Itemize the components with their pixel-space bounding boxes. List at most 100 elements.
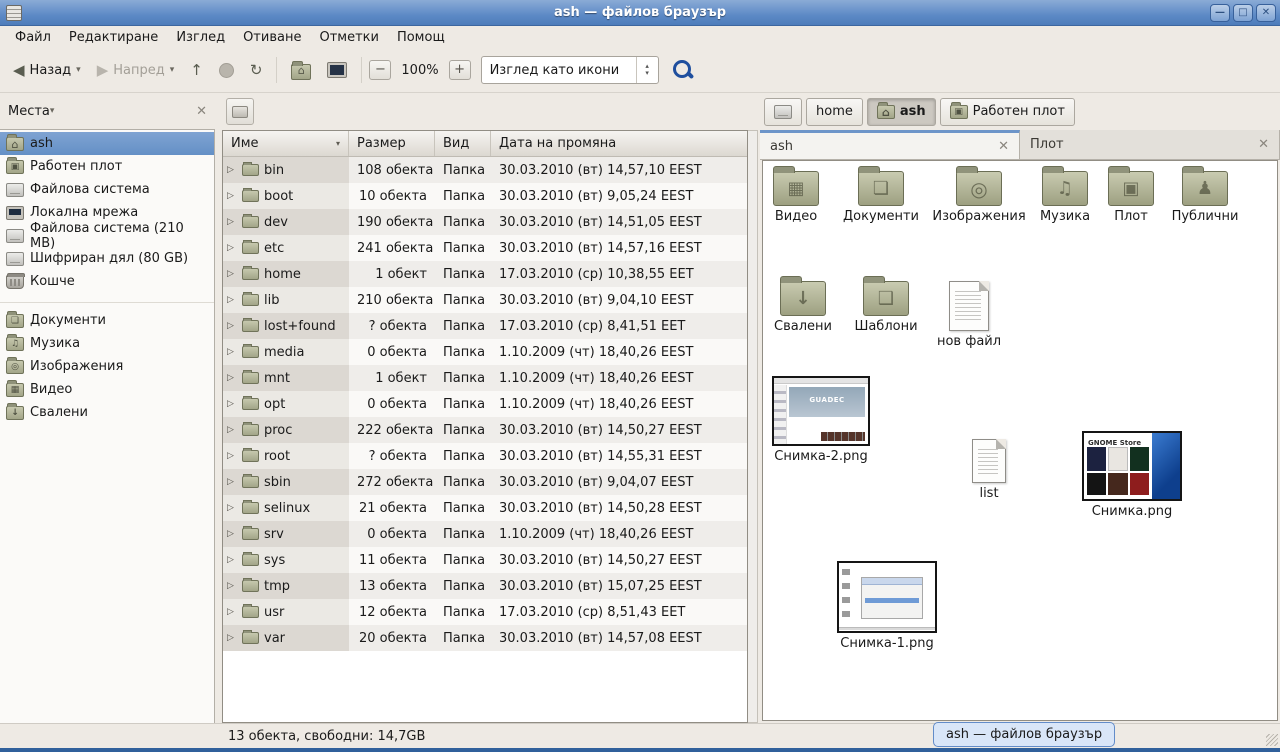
expander-icon[interactable]: ▷ — [227, 217, 237, 227]
table-row[interactable]: ▷ lost+found ? обекта Папка 17.03.2010 (… — [223, 313, 747, 339]
table-row[interactable]: ▷ proc 222 обекта Папка 30.03.2010 (вт) … — [223, 417, 747, 443]
back-dropdown-icon[interactable]: ▾ — [76, 65, 81, 75]
sidebar-place-item[interactable]: Файлова система (210 MB) — [0, 224, 214, 247]
expander-icon[interactable]: ▷ — [227, 269, 237, 279]
sidebar-place-item[interactable]: Файлова система — [0, 178, 214, 201]
table-row[interactable]: ▷ opt 0 обекта Папка 1.10.2009 (чт) 18,4… — [223, 391, 747, 417]
combo-spinner-icon[interactable]: ▴▾ — [636, 57, 658, 83]
icon-view-item[interactable]: GUADEC GNOME Store Изображения — [931, 171, 1027, 225]
column-header-date[interactable]: Дата на промяна — [491, 131, 747, 156]
view-mode-select[interactable]: Изглед като икони ▴▾ — [481, 56, 659, 84]
stop-button[interactable] — [212, 58, 241, 83]
expander-icon[interactable]: ▷ — [227, 347, 237, 357]
icon-view-item[interactable]: GUADEC GNOME Store Публични — [1163, 171, 1247, 225]
expander-icon[interactable]: ▷ — [227, 503, 237, 513]
expander-icon[interactable]: ▷ — [227, 399, 237, 409]
table-row[interactable]: ▷ mnt 1 обект Папка 1.10.2009 (чт) 18,40… — [223, 365, 747, 391]
sidebar-close-icon[interactable]: ✕ — [196, 104, 207, 119]
expander-icon[interactable]: ▷ — [227, 581, 237, 591]
menu-item[interactable]: Файл — [6, 28, 60, 47]
path-segment-button[interactable]: home — [806, 98, 863, 126]
back-button[interactable]: ◀ Назад ▾ — [6, 56, 88, 84]
sidebar-place-item[interactable]: ash — [0, 132, 214, 155]
icon-view-item[interactable]: GUADEC GNOME Store Снимка-1.png — [833, 561, 941, 652]
table-row[interactable]: ▷ srv 0 обекта Папка 1.10.2009 (чт) 18,4… — [223, 521, 747, 547]
icon-view-item[interactable]: GUADEC GNOME Store Документи — [835, 171, 927, 225]
icon-view-item[interactable]: GUADEC GNOME Store нов файл — [929, 281, 1009, 350]
sidebar-folder-item[interactable]: Видео — [0, 378, 214, 401]
zoom-out-button[interactable]: − — [369, 60, 391, 80]
path-segment-button[interactable]: ash — [867, 98, 936, 126]
table-row[interactable]: ▷ media 0 обекта Папка 1.10.2009 (чт) 18… — [223, 339, 747, 365]
path-segment-button[interactable]: Работен плот — [940, 98, 1075, 126]
icon-view-item[interactable]: GUADEC GNOME Store Шаблони — [847, 281, 925, 335]
tab-close-icon[interactable]: ✕ — [998, 139, 1009, 154]
menu-item[interactable]: Помощ — [388, 28, 454, 47]
sidebar-folder-item[interactable]: Документи — [0, 309, 214, 332]
icon-view-item[interactable]: GUADEC GNOME Store Музика — [1029, 171, 1101, 225]
menu-item[interactable]: Отиване — [234, 28, 310, 47]
table-row[interactable]: ▷ selinux 21 обекта Папка 30.03.2010 (вт… — [223, 495, 747, 521]
home-button[interactable] — [284, 56, 318, 85]
expander-icon[interactable]: ▷ — [227, 165, 237, 175]
tree-scrollbar[interactable] — [748, 130, 758, 723]
pane-splitter[interactable] — [215, 93, 222, 723]
table-row[interactable]: ▷ usr 12 обекта Папка 17.03.2010 (ср) 8,… — [223, 599, 747, 625]
sidebar-folder-item[interactable]: Музика — [0, 332, 214, 355]
table-row[interactable]: ▷ home 1 обект Папка 17.03.2010 (ср) 10,… — [223, 261, 747, 287]
expander-icon[interactable]: ▷ — [227, 633, 237, 643]
sidebar-place-item[interactable]: Шифриран дял (80 GB) — [0, 247, 214, 270]
forward-dropdown-icon[interactable]: ▾ — [170, 65, 175, 75]
table-row[interactable]: ▷ bin 108 обекта Папка 30.03.2010 (вт) 1… — [223, 157, 747, 183]
tab[interactable]: ash ✕ — [760, 130, 1020, 159]
expander-icon[interactable]: ▷ — [227, 607, 237, 617]
computer-button[interactable] — [320, 57, 354, 83]
column-header-type[interactable]: Вид — [435, 131, 491, 156]
column-header-size[interactable]: Размер — [349, 131, 435, 156]
icon-view-item[interactable]: GUADEC GNOME Store Плот — [1099, 171, 1163, 225]
icon-view-item[interactable]: GUADEC GNOME Store Снимка-2.png — [769, 376, 873, 465]
expander-icon[interactable]: ▷ — [227, 529, 237, 539]
forward-button[interactable]: ▶ Напред ▾ — [90, 56, 182, 84]
tab[interactable]: Плот ✕ — [1020, 130, 1280, 159]
expander-icon[interactable]: ▷ — [227, 243, 237, 253]
icon-view-item[interactable]: GUADEC GNOME Store Свалени — [765, 281, 841, 335]
table-row[interactable]: ▷ sbin 272 обекта Папка 30.03.2010 (вт) … — [223, 469, 747, 495]
sidebar-place-item[interactable]: Работен плот — [0, 155, 214, 178]
table-row[interactable]: ▷ etc 241 обекта Папка 30.03.2010 (вт) 1… — [223, 235, 747, 261]
expander-icon[interactable]: ▷ — [227, 321, 237, 331]
sidebar-place-item[interactable]: Кошче — [0, 270, 214, 293]
maximize-button[interactable]: □ — [1233, 4, 1253, 22]
resize-grip[interactable] — [1266, 734, 1278, 746]
expander-icon[interactable]: ▷ — [227, 555, 237, 565]
reload-button[interactable]: ↻ — [243, 56, 270, 84]
icon-view-item[interactable]: GUADEC GNOME Store list — [959, 439, 1019, 502]
minimize-button[interactable]: — — [1210, 4, 1230, 22]
expander-icon[interactable]: ▷ — [227, 451, 237, 461]
icon-view-item[interactable]: GUADEC GNOME Store Видео — [763, 171, 829, 225]
search-button[interactable] — [671, 58, 695, 82]
table-row[interactable]: ▷ root ? обекта Папка 30.03.2010 (вт) 14… — [223, 443, 747, 469]
column-header-name[interactable]: Име ▾ — [223, 131, 349, 156]
expander-icon[interactable]: ▷ — [227, 373, 237, 383]
expander-icon[interactable]: ▷ — [227, 477, 237, 487]
expander-icon[interactable]: ▷ — [227, 425, 237, 435]
table-row[interactable]: ▷ dev 190 обекта Папка 30.03.2010 (вт) 1… — [223, 209, 747, 235]
icon-view-item[interactable]: GUADEC GNOME Store Снимка.png — [1077, 431, 1187, 520]
expander-icon[interactable]: ▷ — [227, 191, 237, 201]
menu-item[interactable]: Редактиране — [60, 28, 167, 47]
zoom-in-button[interactable]: + — [449, 60, 471, 80]
menu-item[interactable]: Отметки — [310, 28, 387, 47]
expander-icon[interactable]: ▷ — [227, 295, 237, 305]
extra-pane-button[interactable] — [226, 98, 254, 125]
close-button[interactable]: ✕ — [1256, 4, 1276, 22]
path-root-button[interactable] — [764, 98, 802, 126]
table-row[interactable]: ▷ sys 11 обекта Папка 30.03.2010 (вт) 14… — [223, 547, 747, 573]
sidebar-folder-item[interactable]: Изображения — [0, 355, 214, 378]
tab-close-icon[interactable]: ✕ — [1258, 137, 1269, 152]
table-row[interactable]: ▷ tmp 13 обекта Папка 30.03.2010 (вт) 15… — [223, 573, 747, 599]
places-dropdown-icon[interactable]: ▾ — [50, 106, 55, 116]
table-row[interactable]: ▷ boot 10 обекта Папка 30.03.2010 (вт) 9… — [223, 183, 747, 209]
menu-item[interactable]: Изглед — [167, 28, 234, 47]
sidebar-folder-item[interactable]: Свалени — [0, 401, 214, 424]
